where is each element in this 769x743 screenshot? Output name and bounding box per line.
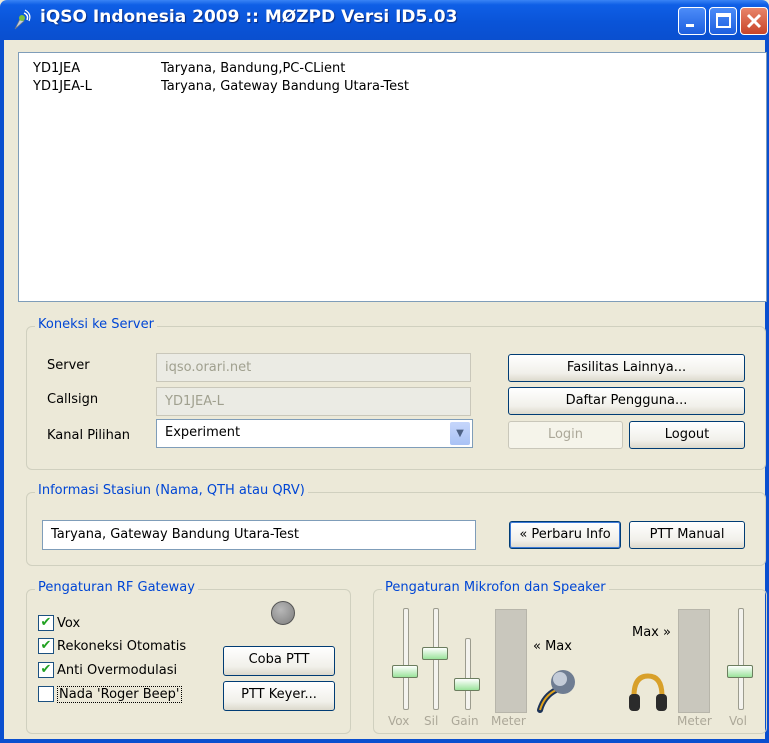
vol-slider-track[interactable] [738, 608, 744, 710]
info-group: Informasi Stasiun (Nama, QTH atau QRV) T… [26, 483, 766, 566]
anti-overmodulation-label: Anti Overmodulasi [57, 663, 178, 678]
maximize-button[interactable] [709, 7, 737, 35]
server-label: Server [47, 358, 90, 373]
logout-button[interactable]: Logout [629, 421, 745, 449]
mic-level-meter [495, 609, 527, 713]
window-frame-left [0, 40, 4, 743]
vox-slider-track[interactable] [403, 608, 409, 710]
mic-meter-label: Meter [491, 714, 526, 728]
app-window: iQSO Indonesia 2009 :: MØZPD Versi ID5.0… [0, 0, 769, 743]
speaker-level-meter [678, 609, 710, 713]
microphone-icon [537, 670, 575, 713]
user-list[interactable]: YD1JEA Taryana, Bandung,PC-CLient YD1JEA… [18, 52, 767, 302]
rf-group-legend: Pengaturan RF Gateway [35, 580, 198, 595]
status-led-icon [271, 601, 295, 625]
server-group-legend: Koneksi ke Server [35, 317, 157, 332]
server-group: Koneksi ke Server Server iqso.orari.net … [26, 317, 766, 470]
minimize-icon [686, 24, 694, 27]
minimize-button[interactable] [678, 7, 706, 35]
gain-slider-track[interactable] [465, 638, 471, 710]
headphones-icon [629, 673, 667, 711]
window-frame-bottom [0, 739, 769, 743]
mic-max-label: « Max [533, 639, 572, 654]
title-bar[interactable]: iQSO Indonesia 2009 :: MØZPD Versi ID5.0… [0, 0, 769, 40]
list-item[interactable]: YD1JEA Taryana, Bandung,PC-CLient [19, 53, 766, 76]
fasilitas-button[interactable]: Fasilitas Lainnya... [508, 354, 745, 382]
speaker-max-label: Max » [632, 625, 671, 640]
vol-slider-label: Vol [729, 714, 747, 728]
vox-label: Vox [57, 616, 81, 631]
roger-beep-checkbox[interactable] [38, 686, 54, 702]
reconnect-label: Rekoneksi Otomatis [57, 639, 187, 654]
user-info: Taryana, Gateway Bandung Utara-Test [161, 79, 410, 94]
window-title: iQSO Indonesia 2009 :: MØZPD Versi ID5.0… [40, 7, 458, 27]
vol-slider-thumb[interactable] [727, 664, 753, 678]
roger-beep-label: Nada 'Roger Beep' [57, 686, 182, 703]
channel-select-value: Experiment [165, 425, 241, 440]
speaker-meter-label: Meter [677, 714, 712, 728]
app-icon [14, 9, 31, 30]
channel-select[interactable]: Experiment ▼ [156, 419, 473, 448]
ptt-manual-button[interactable]: PTT Manual [629, 521, 745, 549]
daftar-pengguna-button[interactable]: Daftar Pengguna... [508, 387, 745, 415]
callsign-field[interactable]: YD1JEA-L [156, 387, 471, 416]
sil-slider-label: Sil [424, 714, 439, 728]
vox-slider-label: Vox [388, 714, 410, 728]
vox-slider-thumb[interactable] [392, 664, 418, 678]
channel-label: Kanal Pilihan [47, 428, 131, 443]
login-button[interactable]: Login [508, 421, 623, 449]
callsign-label: Callsign [47, 392, 99, 407]
anti-overmodulation-checkbox[interactable]: ✔ [38, 662, 54, 678]
close-button[interactable] [740, 7, 768, 35]
station-info-input[interactable]: Taryana, Gateway Bandung Utara-Test [42, 520, 476, 550]
ptt-keyer-button[interactable]: PTT Keyer... [223, 681, 335, 711]
info-group-legend: Informasi Stasiun (Nama, QTH atau QRV) [35, 483, 308, 498]
audio-group: Pengaturan Mikrofon dan Speaker « Max Ma… [373, 580, 767, 734]
audio-group-legend: Pengaturan Mikrofon dan Speaker [382, 580, 609, 595]
rf-gateway-group: Pengaturan RF Gateway ✔ Vox ✔ Rekoneksi … [26, 580, 351, 734]
close-icon [746, 13, 762, 29]
list-item[interactable]: YD1JEA-L Taryana, Gateway Bandung Utara-… [19, 71, 766, 94]
sil-slider-thumb[interactable] [422, 647, 448, 661]
maximize-icon [716, 13, 731, 28]
vox-checkbox[interactable]: ✔ [38, 615, 54, 631]
coba-ptt-button[interactable]: Coba PTT [223, 646, 335, 676]
gain-slider-label: Gain [451, 714, 479, 728]
user-callsign: YD1JEA-L [33, 79, 92, 94]
reconnect-checkbox[interactable]: ✔ [38, 638, 54, 654]
gain-slider-thumb[interactable] [454, 677, 480, 691]
server-field[interactable]: iqso.orari.net [156, 353, 471, 382]
chevron-down-icon[interactable]: ▼ [450, 422, 470, 445]
perbaru-info-button[interactable]: « Perbaru Info [509, 521, 621, 549]
